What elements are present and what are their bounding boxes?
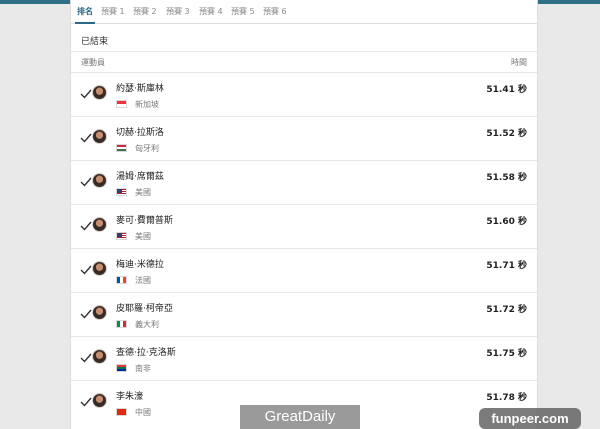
table-row[interactable]: 切赫·拉斯洛匈牙利 51.52 秒 [71, 116, 537, 161]
avatar [92, 261, 107, 276]
watermark-funpeer: funpeer.com [479, 408, 581, 429]
tab-heat-6[interactable]: 預賽 6 [263, 6, 287, 18]
flag-icon [116, 364, 127, 372]
race-time: 51.75 秒 [486, 349, 527, 359]
country-name: 美國 [135, 188, 151, 197]
tab-heat-1[interactable]: 預賽 1 [101, 6, 125, 18]
athlete-name[interactable]: 梅迪·米德拉 [116, 257, 164, 270]
table-row[interactable]: 湯姆·席爾茲美國 51.58 秒 [71, 160, 537, 205]
avatar [92, 173, 107, 188]
country-name: 中國 [135, 408, 151, 417]
event-status: 已結束 [81, 37, 109, 47]
race-time: 51.41 秒 [486, 85, 527, 95]
race-time: 51.71 秒 [486, 261, 527, 271]
athlete-name[interactable]: 麥可·費爾普斯 [116, 213, 173, 226]
flag-icon [116, 232, 127, 240]
watermark-greatdaily: GreatDaily [240, 405, 360, 429]
avatar [92, 217, 107, 232]
heat-tabs: 排名 預賽 1 預賽 2 預賽 3 預賽 4 預賽 5 預賽 6 [71, 3, 537, 24]
flag-icon [116, 276, 127, 284]
table-row[interactable]: 皮耶羅·柯帝亞義大利 51.72 秒 [71, 292, 537, 337]
avatar [92, 129, 107, 144]
results-panel: 排名 預賽 1 預賽 2 預賽 3 預賽 4 預賽 5 預賽 6 已結束 運動員… [70, 0, 538, 429]
check-icon [80, 133, 92, 143]
flag-icon [116, 144, 127, 152]
tab-heat-5[interactable]: 預賽 5 [231, 6, 255, 18]
tab-heat-2[interactable]: 預賽 2 [133, 6, 157, 18]
flag-icon [116, 408, 127, 416]
athlete-name[interactable]: 李朱濠 [116, 389, 143, 402]
avatar [92, 85, 107, 100]
check-icon [80, 177, 92, 187]
country-name: 新加坡 [135, 100, 159, 109]
country-name: 南非 [135, 364, 151, 373]
country-name: 匈牙利 [135, 144, 159, 153]
country-name: 美國 [135, 232, 151, 241]
race-time: 51.60 秒 [486, 217, 527, 227]
avatar [92, 349, 107, 364]
tab-heat-3[interactable]: 預賽 3 [166, 6, 190, 18]
athlete-name[interactable]: 約瑟·斯庫林 [116, 81, 164, 94]
athlete-name[interactable]: 湯姆·席爾茲 [116, 169, 164, 182]
check-icon [80, 221, 92, 231]
flag-icon [116, 100, 127, 108]
check-icon [80, 353, 92, 363]
race-time: 51.58 秒 [486, 173, 527, 183]
avatar [92, 393, 107, 408]
table-row[interactable]: 查德·拉·克洛斯南非 51.75 秒 [71, 336, 537, 381]
check-icon [80, 397, 92, 407]
country-name: 義大利 [135, 320, 159, 329]
athlete-name[interactable]: 皮耶羅·柯帝亞 [116, 301, 173, 314]
athlete-name[interactable]: 切赫·拉斯洛 [116, 125, 164, 138]
table-row[interactable]: 約瑟·斯庫林新加坡 51.41 秒 [71, 72, 537, 117]
tab-heat-4[interactable]: 預賽 4 [199, 6, 223, 18]
athlete-column-header: 運動員 [81, 58, 105, 67]
check-icon [80, 89, 92, 99]
tab-ranking[interactable]: 排名 [75, 6, 95, 24]
divider [71, 51, 537, 52]
race-time: 51.52 秒 [486, 129, 527, 139]
race-time: 51.72 秒 [486, 305, 527, 315]
race-time: 51.78 秒 [486, 393, 527, 403]
time-column-header: 時間 [511, 58, 527, 67]
flag-icon [116, 320, 127, 328]
athlete-name[interactable]: 查德·拉·克洛斯 [116, 345, 176, 358]
table-row[interactable]: 麥可·費爾普斯美國 51.60 秒 [71, 204, 537, 249]
flag-icon [116, 188, 127, 196]
avatar [92, 305, 107, 320]
check-icon [80, 309, 92, 319]
country-name: 法國 [135, 276, 151, 285]
table-row[interactable]: 梅迪·米德拉法國 51.71 秒 [71, 248, 537, 293]
check-icon [80, 265, 92, 275]
